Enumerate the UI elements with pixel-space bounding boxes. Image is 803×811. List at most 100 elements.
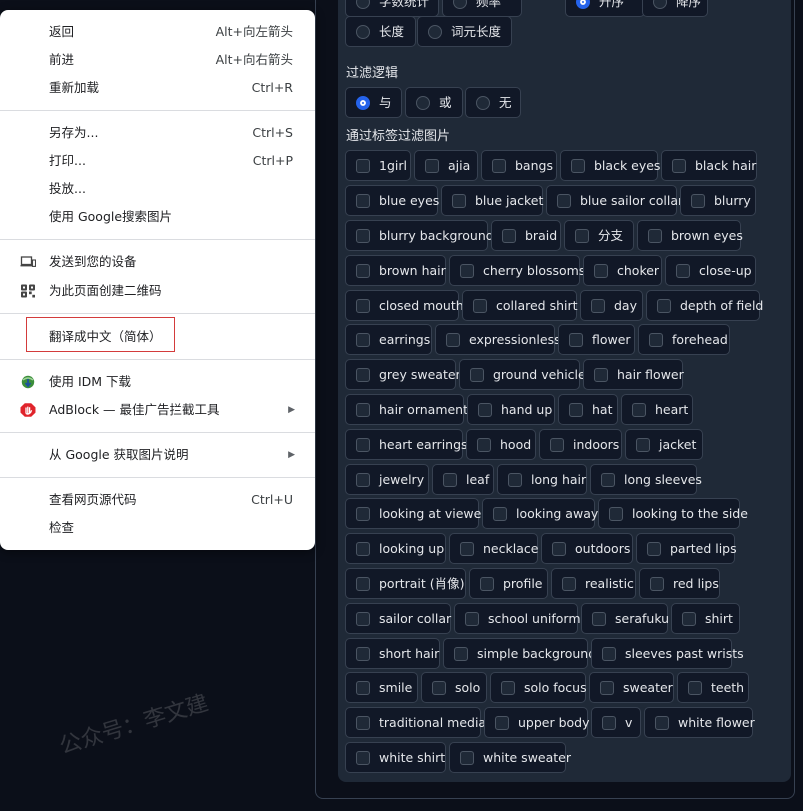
tag-checkbox[interactable]: shirt <box>671 603 740 634</box>
sort-option-length[interactable]: 长度 <box>345 16 416 47</box>
checkbox-icon <box>356 751 370 765</box>
sort-option-token-length[interactable]: 词元长度 <box>417 16 512 47</box>
menu-item-adblock[interactable]: AdBlock — 最佳广告拦截工具 ▶ <box>0 396 315 424</box>
tag-checkbox[interactable]: looking up <box>345 533 446 564</box>
tag-checkbox[interactable]: ajia <box>414 150 478 181</box>
tag-checkbox[interactable]: expressionless <box>435 324 561 355</box>
tag-checkbox[interactable]: red lips <box>639 568 720 599</box>
tag-checkbox[interactable]: 分支 <box>564 220 634 251</box>
tag-checkbox[interactable]: hand up <box>467 394 555 425</box>
tag-checkbox[interactable]: depth of field <box>646 290 763 321</box>
checkbox-icon <box>571 159 585 173</box>
tag-checkbox[interactable]: blurry <box>680 185 756 216</box>
tag-checkbox[interactable]: indoors <box>539 429 622 460</box>
tag-checkbox[interactable]: profile <box>469 568 548 599</box>
tag-checkbox[interactable]: black eyes <box>560 150 660 181</box>
tag-checkbox[interactable]: long sleeves <box>590 464 702 495</box>
checkbox-icon <box>552 542 566 556</box>
tag-checkbox[interactable]: portrait (肖像) <box>345 568 466 599</box>
tag-checkbox[interactable]: bangs <box>481 150 557 181</box>
menu-item-search-image-google[interactable]: 使用 Google搜索图片 <box>0 203 315 231</box>
tag-checkbox[interactable]: sleeves past wrists <box>591 638 744 669</box>
tag-checkbox[interactable]: smile <box>345 672 418 703</box>
sort-option-word-count[interactable]: 字数统计 <box>345 0 439 17</box>
tag-checkbox[interactable]: simple background <box>443 638 596 669</box>
checkbox-icon <box>356 333 370 347</box>
tag-checkbox[interactable]: heart earrings <box>345 429 468 460</box>
order-option-descending[interactable]: 降序 <box>642 0 708 17</box>
tag-checkbox[interactable]: hat <box>558 394 618 425</box>
logic-option-or[interactable]: 或 <box>405 87 463 118</box>
tag-checkbox[interactable]: sailor collar <box>345 603 451 634</box>
tag-checkbox[interactable]: black hair <box>661 150 757 181</box>
tag-checkbox[interactable]: serafuku <box>581 603 669 634</box>
tag-checkbox[interactable]: looking at viewer <box>345 498 486 529</box>
tag-checkbox[interactable]: jacket <box>625 429 703 460</box>
tag-checkbox[interactable]: blue sailor collar <box>546 185 683 216</box>
menu-item-view-source[interactable]: 查看网页源代码 Ctrl+U <box>0 486 315 514</box>
tag-checkbox[interactable]: white flower <box>644 707 755 738</box>
tag-checkbox[interactable]: 1girl <box>345 150 411 181</box>
tag-checkbox[interactable]: outdoors <box>541 533 633 564</box>
tag-checkbox[interactable]: white sweater <box>449 742 571 773</box>
tag-checkbox[interactable]: teeth <box>677 672 749 703</box>
menu-item-create-qr-code[interactable]: 为此页面创建二维码 <box>0 277 315 305</box>
menu-item-print[interactable]: 打印... Ctrl+P <box>0 147 315 175</box>
logic-option-none[interactable]: 无 <box>465 87 521 118</box>
tag-checkbox[interactable]: traditional media <box>345 707 486 738</box>
tag-checkbox[interactable]: hood <box>466 429 536 460</box>
tag-checkbox[interactable]: day <box>580 290 643 321</box>
submenu-arrow-icon: ▶ <box>288 405 295 415</box>
tag-checkbox[interactable]: leaf <box>432 464 494 495</box>
menu-item-idm-download[interactable]: 使用 IDM 下载 <box>0 368 315 396</box>
menu-item-save-as[interactable]: 另存为... Ctrl+S <box>0 119 315 147</box>
order-option-ascending[interactable]: 升序 <box>565 0 645 17</box>
tag-checkbox[interactable]: blue eyes <box>345 185 439 216</box>
tag-checkbox[interactable]: upper body <box>484 707 590 738</box>
tag-checkbox[interactable]: hair flower <box>583 359 684 390</box>
tag-checkbox[interactable]: flower <box>558 324 635 355</box>
tag-checkbox[interactable]: closed mouth <box>345 290 464 321</box>
tag-checkbox[interactable]: parted lips <box>636 533 737 564</box>
tag-checkbox[interactable]: ground vehicle <box>459 359 586 390</box>
logic-option-and[interactable]: 与 <box>345 87 402 118</box>
tag-checkbox[interactable]: looking away <box>482 498 598 529</box>
tag-checkbox[interactable]: short hair <box>345 638 440 669</box>
menu-item-reload[interactable]: 重新加载 Ctrl+R <box>0 74 315 102</box>
tag-checkbox[interactable]: white shirt <box>345 742 446 773</box>
checkbox-icon <box>356 473 370 487</box>
tag-checkbox[interactable]: brown hair <box>345 255 446 286</box>
sort-option-frequency[interactable]: 频率 <box>442 0 522 17</box>
tag-checkbox[interactable]: brown eyes <box>637 220 743 251</box>
checkbox-icon <box>594 368 608 382</box>
tag-checkbox[interactable]: grey sweater <box>345 359 461 390</box>
tag-checkbox[interactable]: hair ornament <box>345 394 468 425</box>
tag-checkbox[interactable]: solo focus <box>490 672 587 703</box>
tag-checkbox[interactable]: long hair <box>497 464 587 495</box>
tag-checkbox[interactable]: cherry blossoms <box>449 255 585 286</box>
menu-item-cast[interactable]: 投放... <box>0 175 315 203</box>
tag-checkbox[interactable]: close-up <box>665 255 756 286</box>
tag-checkbox[interactable]: blue jacket <box>441 185 543 216</box>
tag-checkbox[interactable]: choker <box>583 255 662 286</box>
tag-checkbox[interactable]: forehead <box>638 324 730 355</box>
menu-item-back[interactable]: 返回 Alt+向左箭头 <box>0 18 315 46</box>
tag-checkbox[interactable]: braid <box>491 220 561 251</box>
tag-checkbox[interactable]: looking to the side <box>598 498 748 529</box>
tag-checkbox[interactable]: v <box>591 707 641 738</box>
tag-checkbox[interactable]: collared shirt <box>462 290 578 321</box>
tag-checkbox[interactable]: blurry background <box>345 220 494 251</box>
tag-checkbox[interactable]: earrings <box>345 324 432 355</box>
tag-checkbox[interactable]: realistic <box>551 568 636 599</box>
menu-item-forward[interactable]: 前进 Alt+向右箭头 <box>0 46 315 74</box>
tag-checkbox[interactable]: school uniform <box>454 603 581 634</box>
menu-item-get-image-descriptions[interactable]: 从 Google 获取图片说明 ▶ <box>0 441 315 469</box>
checkbox-icon <box>470 368 484 382</box>
menu-item-inspect[interactable]: 检查 <box>0 514 315 542</box>
tag-checkbox[interactable]: heart <box>621 394 693 425</box>
tag-checkbox[interactable]: necklace <box>449 533 538 564</box>
tag-checkbox[interactable]: solo <box>421 672 487 703</box>
tag-checkbox[interactable]: jewelry <box>345 464 429 495</box>
menu-item-send-to-device[interactable]: 发送到您的设备 <box>0 248 315 276</box>
tag-checkbox[interactable]: sweater <box>589 672 674 703</box>
